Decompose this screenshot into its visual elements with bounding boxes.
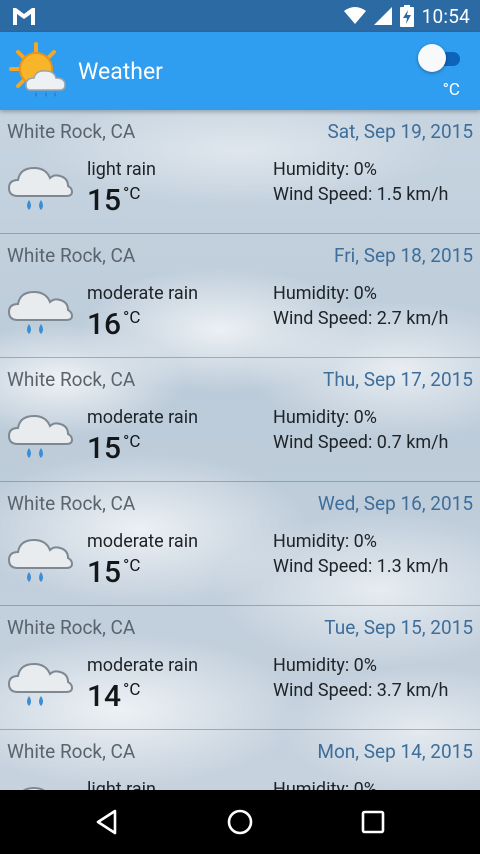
temperature-value: 15 — [87, 555, 122, 590]
recents-icon[interactable] — [357, 806, 389, 838]
app-bar: Weather °C — [0, 32, 480, 110]
humidity-text: Humidity: 0% — [273, 283, 377, 304]
wind-speed-text: Wind Speed: 0.7 km/h — [273, 432, 449, 453]
temperature-value: 16 — [87, 307, 122, 342]
temperature-value: 14 — [87, 679, 122, 714]
rain-cloud-icon — [7, 538, 74, 582]
humidity-text: Humidity: 0% — [273, 779, 377, 790]
forecast-row[interactable]: White Rock, CA Fri, Sep 18, 2015 moderat… — [0, 234, 480, 358]
back-icon[interactable] — [91, 806, 123, 838]
date-label: Fri, Sep 18, 2015 — [333, 244, 473, 267]
gmail-icon — [13, 8, 35, 25]
location-label: White Rock, CA — [7, 492, 136, 515]
navigation-bar — [0, 790, 480, 854]
condition-text: moderate rain — [87, 655, 199, 676]
location-label: White Rock, CA — [7, 244, 136, 267]
clock: 10:54 — [421, 4, 470, 28]
condition-text: light rain — [87, 159, 156, 180]
date-label: Mon, Sep 14, 2015 — [317, 740, 473, 763]
wind-speed-text: Wind Speed: 2.7 km/h — [273, 308, 449, 329]
wind-speed-text: Wind Speed: 3.7 km/h — [273, 680, 449, 701]
forecast-row[interactable]: White Rock, CA Wed, Sep 16, 2015 moderat… — [0, 482, 480, 606]
toggle-thumb — [418, 44, 446, 72]
temperature-unit: °C — [123, 680, 141, 700]
forecast-row[interactable]: White Rock, CA Tue, Sep 15, 2015 moderat… — [0, 606, 480, 730]
wind-speed-text: Wind Speed: 1.3 km/h — [273, 556, 449, 577]
condition-text: light rain — [87, 779, 156, 790]
wifi-icon — [343, 7, 366, 24]
date-label: Tue, Sep 15, 2015 — [324, 616, 473, 639]
location-label: White Rock, CA — [7, 740, 136, 763]
status-bar: 10:54 — [0, 0, 480, 32]
temperature-unit: °C — [123, 308, 141, 328]
app-logo-icon — [9, 42, 66, 97]
date-label: Wed, Sep 16, 2015 — [317, 492, 473, 515]
humidity-text: Humidity: 0% — [273, 407, 377, 428]
rain-cloud-icon — [7, 414, 74, 458]
humidity-text: Humidity: 0% — [273, 531, 377, 552]
rain-cloud-icon — [22, 786, 45, 790]
rain-cloud-icon — [7, 662, 74, 706]
signal-icon — [373, 7, 392, 25]
app-title: Weather — [78, 58, 163, 85]
forecast-row[interactable]: White Rock, CA Sat, Sep 19, 2015 light r… — [0, 110, 480, 234]
condition-text: moderate rain — [87, 407, 199, 428]
rain-cloud-icon — [7, 166, 74, 210]
battery-icon — [399, 5, 414, 27]
unit-toggle[interactable] — [418, 44, 460, 72]
location-label: White Rock, CA — [7, 616, 136, 639]
temperature-unit: °C — [123, 432, 141, 452]
forecast-row[interactable]: White Rock, CA Mon, Sep 14, 2015 light r… — [0, 730, 480, 790]
temperature-value: 15 — [87, 183, 122, 218]
humidity-text: Humidity: 0% — [273, 159, 377, 180]
condition-text: moderate rain — [87, 531, 199, 552]
condition-text: moderate rain — [87, 283, 199, 304]
forecast-row[interactable]: White Rock, CA Thu, Sep 17, 2015 moderat… — [0, 358, 480, 482]
rain-cloud-icon — [7, 290, 74, 334]
humidity-text: Humidity: 0% — [273, 655, 377, 676]
location-label: White Rock, CA — [7, 120, 136, 143]
date-label: Sat, Sep 19, 2015 — [327, 120, 473, 143]
date-label: Thu, Sep 17, 2015 — [323, 368, 473, 391]
home-icon[interactable] — [224, 806, 256, 838]
forecast-list[interactable]: White Rock, CA Sat, Sep 19, 2015 light r… — [0, 110, 480, 790]
temperature-unit: °C — [123, 184, 141, 204]
unit-label: °C — [442, 80, 460, 100]
wind-speed-text: Wind Speed: 1.5 km/h — [273, 184, 449, 205]
temperature-unit: °C — [123, 556, 141, 576]
temperature-value: 15 — [87, 431, 122, 466]
location-label: White Rock, CA — [7, 368, 136, 391]
